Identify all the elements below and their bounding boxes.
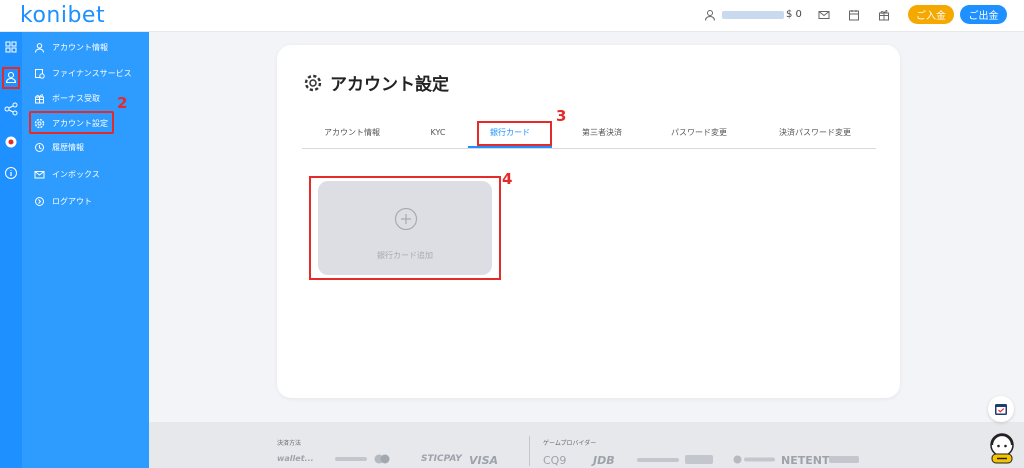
inbox-icon [34, 170, 45, 178]
page-title-text: アカウント設定 [330, 75, 449, 95]
provider-logo-cq9: CQ9 [543, 454, 567, 467]
tab-change-payment-password[interactable]: 決済パスワード変更 [760, 124, 870, 148]
game-providers-title: ゲームプロバイダー [543, 440, 597, 447]
bonus-icon [35, 93, 44, 103]
annotation-box-1 [2, 67, 20, 89]
sidebar-item-label: インボックス [52, 169, 100, 179]
tab-kyc[interactable]: KYC [414, 124, 462, 148]
tab-third-party-payment[interactable]: 第三者決済 [564, 124, 640, 148]
annotation-box-3 [477, 121, 552, 146]
page-title: アカウント設定 [303, 70, 449, 95]
payment-logo-sticpay: STICPAY [421, 454, 462, 464]
site-logo[interactable]: konibet [20, 3, 105, 28]
icon-rail [0, 32, 22, 468]
calendar-icon[interactable] [848, 9, 860, 21]
sidebar-item-label: アカウント情報 [52, 42, 108, 52]
gift-icon[interactable] [878, 9, 890, 21]
settings-tabs: アカウント情報 KYC 銀行カード 第三者決済 パスワード変更 決済パスワード変… [302, 124, 876, 149]
username-blurred [722, 11, 784, 19]
gear-icon [304, 74, 322, 91]
tab-account-info[interactable]: アカウント情報 [302, 124, 402, 148]
footer: 決済方法 wallet... STICPAY VISA ゲームプロバイダー CQ… [149, 422, 1024, 468]
user-icon [705, 10, 715, 21]
payment-logo-mastercard [374, 454, 390, 464]
withdraw-button[interactable]: ご出金 [960, 5, 1007, 24]
mail-icon[interactable] [818, 9, 830, 21]
provider-logo-cq [685, 455, 713, 464]
info-icon[interactable] [4, 166, 18, 180]
top-header: konibet $ 0 ご入金 ご出金 [0, 0, 1024, 32]
sidebar-item-finance[interactable]: ファイナンスサービス [34, 65, 132, 81]
sidebar-item-label: ログアウト [52, 196, 92, 206]
sidebar-item-inbox[interactable]: インボックス [34, 166, 100, 182]
sidebar-item-label: ファイナンスサービス [52, 68, 132, 78]
sidebar-item-label: ボーナス受取 [52, 93, 100, 103]
provider-logo-booming [733, 455, 775, 464]
share-icon[interactable] [4, 102, 18, 116]
sidebar-item-logout[interactable]: ログアウト [34, 193, 92, 209]
annotation-box-2 [29, 111, 114, 134]
payment-logo-visa: VISA [469, 454, 499, 467]
customer-support-icon[interactable] [988, 432, 1016, 464]
sidebar-menu: アカウント情報 ファイナンスサービス ボーナス受取 アカウント設定 履歴情報 イ… [22, 32, 149, 468]
japan-flag-icon[interactable] [4, 135, 18, 149]
tab-change-password[interactable]: パスワード変更 [654, 124, 744, 148]
user-icon [35, 42, 44, 53]
provider-logo-jdb: JDB [593, 454, 615, 467]
provider-logo-extra [829, 456, 859, 463]
annotation-box-4 [309, 176, 501, 280]
annotation-number-2: 2 [117, 94, 128, 112]
sidebar-item-bonus[interactable]: ボーナス受取 [34, 90, 100, 106]
user-area[interactable] [704, 9, 784, 21]
provider-logo-netent: NETENT [781, 454, 830, 467]
sidebar-item-history[interactable]: 履歴情報 [34, 139, 84, 155]
floating-calendar-button[interactable] [988, 396, 1014, 422]
sidebar-item-account-info[interactable]: アカウント情報 [34, 39, 108, 55]
logout-icon [35, 196, 44, 206]
balance: $ 0 [786, 9, 802, 20]
annotation-number-4: 4 [502, 170, 513, 188]
payment-methods-title: 決済方法 [277, 440, 302, 447]
payment-logo-wallet: wallet... [277, 454, 314, 463]
deposit-button[interactable]: ご入金 [908, 5, 954, 24]
calendar-check-icon [995, 404, 1007, 415]
history-icon [35, 142, 44, 152]
finance-icon [35, 68, 45, 79]
footer-divider [529, 436, 530, 466]
provider-logo-habanero [637, 458, 679, 462]
sidebar-item-label: 履歴情報 [52, 142, 84, 152]
grid-icon[interactable] [4, 40, 18, 54]
payment-logo-perfect-money [335, 457, 367, 461]
annotation-number-3: 3 [556, 107, 567, 125]
